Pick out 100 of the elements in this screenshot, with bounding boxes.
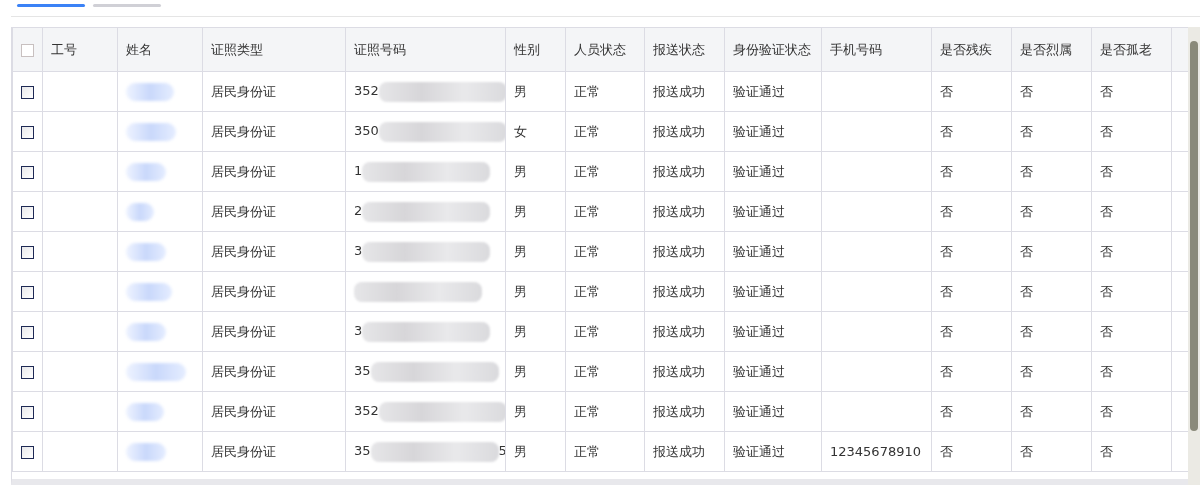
table-cell: 否 — [1020, 163, 1033, 179]
table-cell: 12345678910 — [830, 443, 921, 459]
table-cell: 报送成功 — [653, 323, 705, 339]
table-cell: 居民身份证 — [211, 163, 276, 179]
table-cell: 正常 — [574, 363, 600, 379]
table-cell: 否 — [940, 83, 953, 99]
table-cell: 35 — [354, 363, 371, 379]
column-header: 手机号码 — [830, 41, 882, 57]
table-cell: 验证通过 — [733, 323, 785, 339]
table-cell: 正常 — [574, 283, 600, 299]
table-cell: 居民身份证 — [211, 83, 276, 99]
table-cell: 男 — [514, 203, 527, 219]
blurred-name — [126, 283, 172, 302]
column-header: 是否残疾 — [940, 41, 992, 57]
table-cell: 正常 — [574, 443, 600, 459]
table-cell: 否 — [1020, 243, 1033, 259]
checkbox[interactable] — [21, 205, 34, 219]
table-cell: 否 — [1100, 283, 1113, 299]
table-cell: 男 — [514, 403, 527, 419]
table-cell: 2 — [354, 203, 363, 219]
blurred-name — [126, 323, 166, 342]
column-header: 证照号码 — [354, 41, 406, 57]
checkbox[interactable] — [21, 445, 34, 459]
checkbox[interactable] — [21, 165, 34, 179]
table-cell: 正常 — [574, 83, 600, 99]
table-cell: 否 — [1100, 83, 1113, 99]
table-cell: 否 — [940, 123, 953, 139]
table-cell: 否 — [940, 283, 953, 299]
blurred-name — [126, 243, 166, 262]
table-cell: 否 — [1100, 243, 1113, 259]
checkbox[interactable] — [21, 325, 34, 339]
table-cell: 否 — [1100, 403, 1113, 419]
blurred-name — [126, 203, 154, 222]
table-cell: 否 — [940, 443, 953, 459]
blurred-name — [126, 123, 176, 142]
table-cell: 否 — [1020, 443, 1033, 459]
table-cell: 报送成功 — [653, 283, 705, 299]
table-cell: 男 — [514, 163, 527, 179]
table-cell: 35 — [354, 443, 371, 459]
blurred-name — [126, 363, 186, 382]
table-cell: 否 — [940, 203, 953, 219]
column-header: 是否烈属 — [1020, 41, 1072, 57]
table-cell: 验证通过 — [733, 363, 785, 379]
column-header: 身份验证状态 — [733, 41, 811, 57]
table-cell: 否 — [1020, 283, 1033, 299]
checkbox[interactable] — [21, 245, 34, 259]
table-cell: 正常 — [574, 123, 600, 139]
scrollbar[interactable] — [1188, 27, 1200, 485]
table-cell: 正常 — [574, 243, 600, 259]
table-cell: 否 — [1100, 443, 1113, 459]
table-cell: 居民身份证 — [211, 123, 276, 139]
table-cell: 否 — [1100, 323, 1113, 339]
column-header: 工号 — [51, 41, 77, 57]
table-cell: 否 — [940, 363, 953, 379]
table-cell: 居民身份证 — [211, 443, 276, 459]
table-cell: 否 — [1100, 363, 1113, 379]
table-cell: 报送成功 — [653, 243, 705, 259]
table-cell: 男 — [514, 83, 527, 99]
table-cell: 验证通过 — [733, 243, 785, 259]
table-cell: 否 — [940, 403, 953, 419]
table-cell: 否 — [1020, 363, 1033, 379]
table-cell: 男 — [514, 443, 527, 459]
table-cell: 验证通过 — [733, 283, 785, 299]
table-cell: 报送成功 — [653, 163, 705, 179]
table-cell: 350 — [354, 123, 379, 139]
checkbox[interactable] — [21, 405, 34, 419]
table-cell: 正常 — [574, 323, 600, 339]
table-cell: 验证通过 — [733, 203, 785, 219]
checkbox[interactable] — [21, 125, 34, 139]
table-cell: 报送成功 — [653, 123, 705, 139]
table-cell: 1 — [354, 163, 363, 179]
blurred-name — [126, 403, 164, 422]
table-cell: 352 — [354, 403, 379, 419]
table-cell: 男 — [514, 243, 527, 259]
table-cell: 否 — [940, 163, 953, 179]
table-cell: 正常 — [574, 403, 600, 419]
checkbox[interactable] — [21, 365, 34, 379]
table-cell: 验证通过 — [733, 83, 785, 99]
table-cell: 否 — [940, 323, 953, 339]
table-cell: 352 — [354, 83, 379, 99]
table-cell: 正常 — [574, 203, 600, 219]
table-cell: 居民身份证 — [211, 283, 276, 299]
table-cell: 报送成功 — [653, 443, 705, 459]
table-cell: 3 — [354, 243, 363, 259]
table-cell: 报送成功 — [653, 83, 705, 99]
table-cell: 3 — [354, 323, 363, 339]
checkbox[interactable] — [21, 85, 34, 99]
column-header: 性别 — [514, 41, 540, 57]
table-cell: 正常 — [574, 163, 600, 179]
table-cell: 验证通过 — [733, 123, 785, 139]
table-cell: 否 — [1020, 83, 1033, 99]
table-cell: 否 — [1020, 323, 1033, 339]
column-header: 证照类型 — [211, 41, 263, 57]
table-cell: 居民身份证 — [211, 203, 276, 219]
table-cell: 男 — [514, 323, 527, 339]
table-cell: 居民身份证 — [211, 323, 276, 339]
column-header: 报送状态 — [653, 41, 705, 57]
table-cell: 男 — [514, 283, 527, 299]
checkbox[interactable] — [21, 285, 34, 299]
table-cell: 报送成功 — [653, 363, 705, 379]
